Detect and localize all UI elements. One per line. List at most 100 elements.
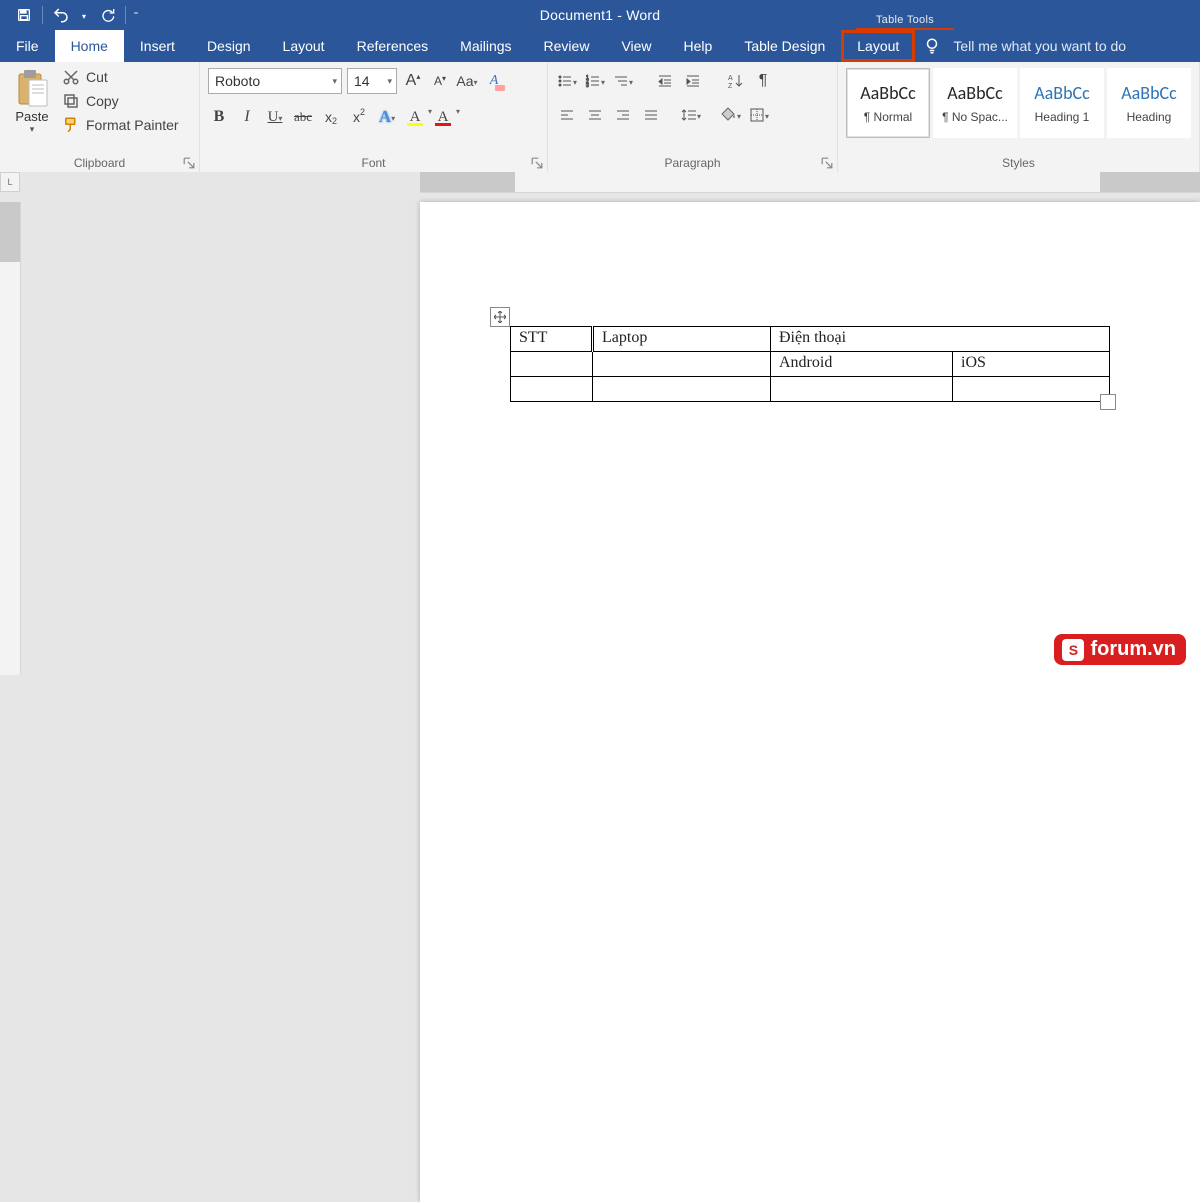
tab-help[interactable]: Help [668, 30, 729, 62]
styles-group-label: Styles [838, 156, 1199, 170]
decrease-indent-button[interactable] [654, 70, 676, 92]
ribbon-tabs: File Home Insert Design Layout Reference… [0, 30, 1200, 62]
copy-label: Copy [86, 93, 119, 109]
tab-design[interactable]: Design [191, 30, 267, 62]
redo-button[interactable] [91, 0, 123, 30]
watermark-badge: S forum.vn [1054, 634, 1186, 665]
styles-gallery[interactable]: AaBbCc ¶ Normal AaBbCc ¶ No Spac... AaBb… [846, 66, 1191, 138]
borders-button[interactable]: ▾ [748, 104, 770, 126]
table-cell[interactable] [511, 352, 593, 377]
font-name-combo[interactable]: Roboto▾ [208, 68, 342, 94]
justify-button[interactable] [640, 104, 662, 126]
shrink-font-button[interactable]: A▾ [429, 70, 451, 92]
watermark-text: forum.vn [1090, 638, 1176, 661]
table-move-handle[interactable] [490, 307, 510, 327]
numbering-button[interactable]: 123▾ [584, 70, 606, 92]
document-canvas: L STT Laptop Điện thoại Android iOS [0, 172, 1200, 675]
style-no-spacing[interactable]: AaBbCc ¶ No Spac... [933, 68, 1017, 138]
clipboard-group-label: Clipboard [0, 156, 199, 170]
style-heading-1[interactable]: AaBbCc Heading 1 [1020, 68, 1104, 138]
table-cell[interactable]: Điện thoại [771, 327, 1110, 352]
qat-customize[interactable]: ⁼ [128, 0, 144, 30]
ruler-corner[interactable]: L [0, 172, 20, 192]
table-cell[interactable] [593, 352, 771, 377]
italic-button[interactable]: I [236, 106, 258, 128]
table-row[interactable] [511, 377, 1110, 402]
format-painter-button[interactable]: Format Painter [62, 116, 179, 134]
undo-button[interactable] [45, 0, 77, 30]
horizontal-ruler[interactable] [420, 172, 1200, 193]
font-size-combo[interactable]: 14▾ [347, 68, 397, 94]
table-cell[interactable]: STT [511, 327, 593, 352]
sort-button[interactable]: AZ [724, 70, 746, 92]
grow-font-button[interactable]: A▴ [402, 70, 424, 92]
bold-button[interactable]: B [208, 106, 230, 128]
tab-home[interactable]: Home [55, 30, 124, 62]
group-clipboard: Paste ▾ Cut Copy Format Painter Clipboar… [0, 62, 200, 172]
undo-dropdown[interactable]: ▾ [77, 0, 91, 30]
table-resize-handle[interactable] [1100, 394, 1116, 410]
paste-button[interactable]: Paste ▾ [8, 66, 56, 135]
cut-button[interactable]: Cut [62, 68, 179, 86]
tab-view[interactable]: View [605, 30, 667, 62]
document-page[interactable]: STT Laptop Điện thoại Android iOS [420, 202, 1200, 1202]
tab-file[interactable]: File [0, 30, 55, 62]
move-icon [494, 311, 506, 323]
style-normal[interactable]: AaBbCc ¶ Normal [846, 68, 930, 138]
svg-text:3: 3 [586, 83, 589, 89]
table-cell[interactable]: iOS [953, 352, 1110, 377]
save-button[interactable] [8, 0, 40, 30]
bullets-button[interactable]: ▾ [556, 70, 578, 92]
paste-dropdown-icon[interactable]: ▾ [30, 124, 35, 135]
line-spacing-button[interactable]: ▾ [680, 104, 702, 126]
table-cell[interactable] [511, 377, 593, 402]
vertical-ruler[interactable] [0, 202, 21, 675]
superscript-button[interactable]: x2 [348, 106, 370, 128]
table-cell[interactable] [771, 377, 953, 402]
tell-me-input[interactable]: Tell me what you want to do [949, 30, 1200, 62]
table-row[interactable]: STT Laptop Điện thoại [511, 327, 1110, 352]
cut-label: Cut [86, 69, 108, 85]
underline-button[interactable]: U▾ [264, 106, 286, 128]
shading-button[interactable]: ▾ [720, 104, 742, 126]
document-table[interactable]: STT Laptop Điện thoại Android iOS [510, 326, 1110, 402]
tab-table-layout[interactable]: Layout [841, 30, 915, 62]
strikethrough-button[interactable]: abc [292, 106, 314, 128]
align-center-button[interactable] [584, 104, 606, 126]
scissors-icon [62, 68, 80, 86]
paste-label: Paste [15, 109, 48, 124]
table-cell[interactable] [593, 377, 771, 402]
font-color-button[interactable]: A▾ [432, 106, 454, 128]
highlight-button[interactable]: A▾ [404, 106, 426, 128]
style-heading-2[interactable]: AaBbCc Heading [1107, 68, 1191, 138]
increase-indent-button[interactable] [682, 70, 704, 92]
table-row[interactable]: Android iOS [511, 352, 1110, 377]
tab-insert[interactable]: Insert [124, 30, 191, 62]
copy-button[interactable]: Copy [62, 92, 179, 110]
tab-review[interactable]: Review [528, 30, 606, 62]
format-painter-label: Format Painter [86, 117, 179, 133]
change-case-button[interactable]: Aa▾ [456, 70, 478, 92]
subscript-button[interactable]: x2 [320, 106, 342, 128]
ribbon: Paste ▾ Cut Copy Format Painter Clipboar… [0, 62, 1200, 173]
tab-mailings[interactable]: Mailings [444, 30, 527, 62]
table-cell[interactable] [953, 377, 1110, 402]
title-bar: ▾ ⁼ Document1 - Word Table Tools [0, 0, 1200, 30]
tab-references[interactable]: References [341, 30, 445, 62]
align-right-button[interactable] [612, 104, 634, 126]
align-left-button[interactable] [556, 104, 578, 126]
table-cell[interactable]: Android [771, 352, 953, 377]
tab-layout[interactable]: Layout [267, 30, 341, 62]
clipboard-dialog-launcher[interactable] [183, 157, 195, 169]
group-styles: AaBbCc ¶ Normal AaBbCc ¶ No Spac... AaBb… [838, 62, 1200, 172]
multilevel-list-button[interactable]: ▾ [612, 70, 634, 92]
table-cell[interactable]: Laptop [593, 327, 771, 352]
show-marks-button[interactable]: ¶ [752, 70, 774, 92]
clear-formatting-button[interactable]: A [483, 70, 505, 92]
paragraph-dialog-launcher[interactable] [821, 157, 833, 169]
tab-table-design[interactable]: Table Design [728, 30, 841, 62]
text-effects-button[interactable]: A▾ [376, 106, 398, 128]
font-dialog-launcher[interactable] [531, 157, 543, 169]
quick-access-toolbar: ▾ ⁼ [8, 0, 144, 30]
tell-me-bulb-icon[interactable] [915, 30, 949, 62]
